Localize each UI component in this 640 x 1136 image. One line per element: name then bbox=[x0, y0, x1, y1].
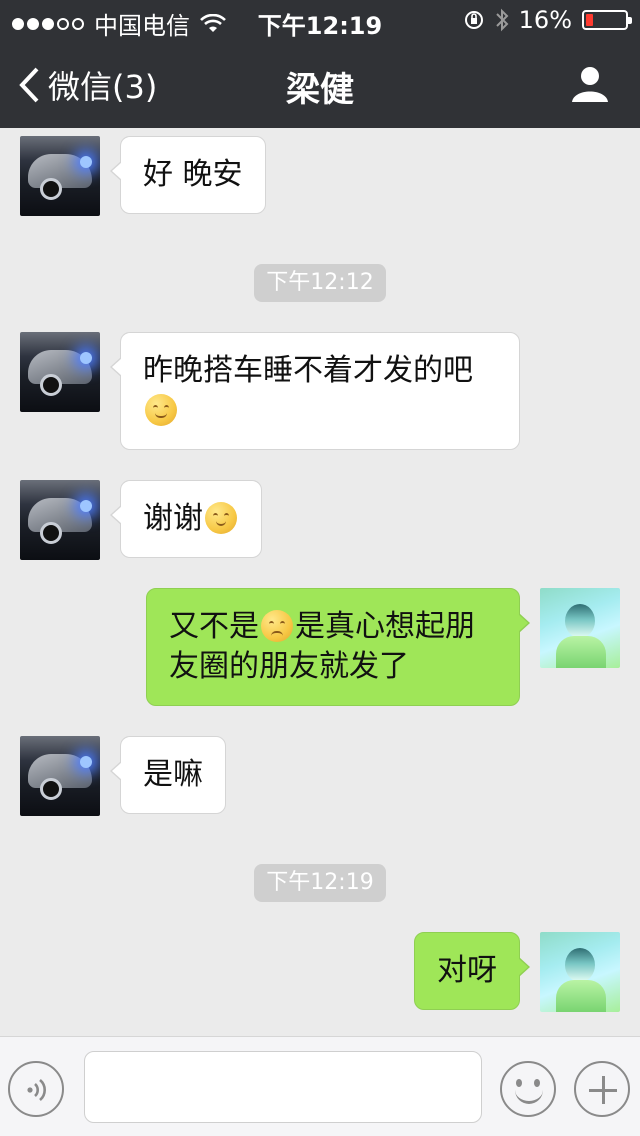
smile-icon bbox=[515, 1090, 543, 1104]
voice-button[interactable] bbox=[8, 1061, 64, 1117]
message-bubble-incoming[interactable]: 昨晚搭车睡不着才发的吧 bbox=[110, 332, 520, 450]
message-text: 又不是 bbox=[169, 609, 259, 644]
message-bubble-outgoing[interactable]: 对呀 bbox=[414, 932, 530, 1010]
profile-icon[interactable] bbox=[570, 64, 610, 104]
my-avatar[interactable] bbox=[540, 588, 620, 668]
sad-emoji-icon bbox=[261, 610, 293, 642]
emoji-button[interactable] bbox=[500, 1061, 556, 1117]
timestamp: 下午12:19 bbox=[0, 864, 640, 902]
contact-avatar[interactable] bbox=[20, 480, 100, 560]
top-bar: 中国电信 下午12:19 16% 微信(3) 梁健 bbox=[0, 0, 640, 128]
message-text: 对呀 bbox=[437, 953, 497, 988]
message-bubble-incoming[interactable]: 谢谢 bbox=[110, 480, 262, 558]
battery-percent: 16% bbox=[518, 6, 572, 34]
input-bar bbox=[0, 1036, 640, 1136]
orientation-lock-icon bbox=[464, 11, 483, 29]
chat-area[interactable]: 好 晚安 下午12:12 昨晚搭车睡不着才发的吧 谢谢 又不是 是真心想起朋 友圈… bbox=[0, 128, 640, 1036]
more-button[interactable] bbox=[574, 1061, 630, 1117]
contact-avatar[interactable] bbox=[20, 736, 100, 816]
bluetooth-icon bbox=[495, 8, 509, 32]
message-bubble-incoming[interactable]: 是嘛 bbox=[110, 736, 226, 814]
tease-emoji-icon bbox=[145, 394, 177, 426]
my-avatar[interactable] bbox=[540, 932, 620, 1012]
nav-bar: 微信(3) 梁健 bbox=[0, 40, 640, 128]
message-text: 是真心想起朋 bbox=[295, 609, 475, 644]
message-text: 是嘛 bbox=[143, 757, 203, 792]
status-bar: 中国电信 下午12:19 16% bbox=[0, 0, 640, 40]
message-text: 友圈的朋友就发了 bbox=[169, 649, 409, 684]
message-text: 好 晚安 bbox=[143, 157, 243, 192]
chat-title: 梁健 bbox=[286, 70, 354, 110]
message-text: 谢谢 bbox=[143, 501, 203, 536]
blush-emoji-icon bbox=[205, 502, 237, 534]
status-right: 16% bbox=[463, 6, 632, 34]
contact-avatar[interactable] bbox=[20, 332, 100, 412]
message-bubble-incoming[interactable]: 好 晚安 bbox=[110, 136, 266, 214]
contact-avatar[interactable] bbox=[20, 136, 100, 216]
battery-icon bbox=[582, 10, 632, 30]
message-bubble-outgoing[interactable]: 又不是 是真心想起朋 友圈的朋友就发了 bbox=[146, 588, 530, 706]
message-text: 昨晚搭车睡不着才发的吧 bbox=[143, 353, 473, 388]
message-input[interactable] bbox=[84, 1051, 482, 1123]
voice-icon bbox=[27, 1079, 46, 1101]
timestamp: 下午12:12 bbox=[0, 264, 640, 302]
